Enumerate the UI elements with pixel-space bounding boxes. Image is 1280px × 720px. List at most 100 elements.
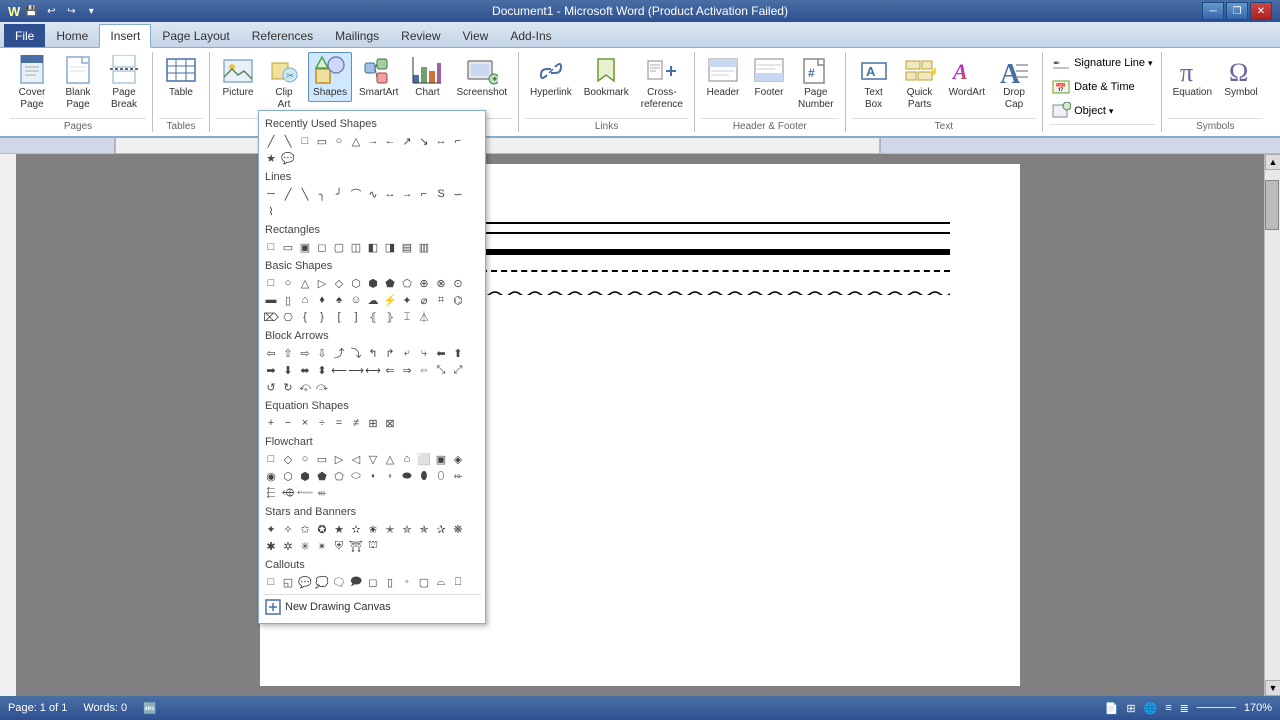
line-curve2[interactable]: ╯ [331, 186, 347, 202]
callout-1[interactable]: □ [263, 574, 279, 590]
basic-13[interactable]: ▬ [263, 292, 279, 308]
star-7[interactable]: ✬ [365, 521, 381, 537]
equation-button[interactable]: π Equation [1168, 52, 1217, 102]
banner-2[interactable]: ⛩ [348, 538, 364, 554]
line-free[interactable]: ⌇ [263, 203, 279, 219]
barrow-20[interactable]: ⇐ [382, 362, 398, 378]
flow-8[interactable]: △ [382, 451, 398, 467]
flow-17[interactable]: ⬠ [331, 468, 347, 484]
basic-18[interactable]: ☺ [348, 292, 364, 308]
basic-28[interactable]: } [314, 309, 330, 325]
star-4[interactable]: ✪ [314, 521, 330, 537]
line-curve3[interactable]: S [433, 186, 449, 202]
rect-9[interactable]: ▤ [399, 239, 415, 255]
minimize-button[interactable]: ─ [1202, 2, 1224, 20]
basic-3[interactable]: △ [297, 275, 313, 291]
basic-16[interactable]: ♦ [314, 292, 330, 308]
eq-6[interactable]: ≠ [348, 415, 364, 431]
barrow-25[interactable]: ↺ [263, 379, 279, 395]
flow-14[interactable]: ⬡ [280, 468, 296, 484]
basic-5[interactable]: ◇ [331, 275, 347, 291]
cross-reference-button[interactable]: Cross-reference [636, 52, 688, 114]
banner-1[interactable]: ⛨ [331, 538, 347, 554]
barrow-11[interactable]: ⬅ [433, 345, 449, 361]
flow-3[interactable]: ○ [297, 451, 313, 467]
eq-4[interactable]: ÷ [314, 415, 330, 431]
flow-28[interactable]: ⬴ [314, 485, 330, 501]
barrow-6[interactable]: ⤵ [348, 345, 364, 361]
rect-10[interactable]: ▥ [416, 239, 432, 255]
shape-rounded-rect[interactable]: ▭ [314, 133, 330, 149]
star-1[interactable]: ✦ [263, 521, 279, 537]
barrow-12[interactable]: ⬆ [450, 345, 466, 361]
tab-add-ins[interactable]: Add-Ins [499, 24, 562, 47]
rect-6[interactable]: ◫ [348, 239, 364, 255]
star-6[interactable]: ✫ [348, 521, 364, 537]
barrow-1[interactable]: ⇦ [263, 345, 279, 361]
text-box-button[interactable]: A TextBox [852, 52, 896, 114]
basic-6[interactable]: ⬡ [348, 275, 364, 291]
flow-19[interactable]: ⬪ [365, 468, 381, 484]
flow-25[interactable]: ⬱ [263, 485, 279, 501]
customize-qa-button[interactable]: ▾ [82, 2, 100, 20]
basic-33[interactable]: ⌶ [399, 309, 415, 325]
callout-5[interactable]: 🗨 [331, 574, 347, 590]
flow-2[interactable]: ◇ [280, 451, 296, 467]
star-5[interactable]: ★ [331, 521, 347, 537]
barrow-17[interactable]: ⟵ [331, 362, 347, 378]
symbol-button[interactable]: Ω Symbol [1219, 52, 1263, 102]
barrow-10[interactable]: ⤷ [416, 345, 432, 361]
barrow-21[interactable]: ⇒ [399, 362, 415, 378]
basic-24[interactable]: ⌬ [450, 292, 466, 308]
basic-23[interactable]: ⌗ [433, 292, 449, 308]
view-fullscreen-icon[interactable]: ⊞ [1126, 702, 1135, 715]
star-3[interactable]: ✩ [297, 521, 313, 537]
eq-2[interactable]: − [280, 415, 296, 431]
shape-star[interactable]: ★ [263, 150, 279, 166]
header-button[interactable]: Header [701, 52, 745, 102]
barrow-26[interactable]: ↻ [280, 379, 296, 395]
barrow-18[interactable]: ⟶ [348, 362, 364, 378]
object-label[interactable]: Object [1074, 105, 1106, 117]
star-16[interactable]: ✴ [314, 538, 330, 554]
basic-19[interactable]: ☁ [365, 292, 381, 308]
basic-30[interactable]: ] [348, 309, 364, 325]
flow-13[interactable]: ◉ [263, 468, 279, 484]
flow-22[interactable]: ⬮ [416, 468, 432, 484]
basic-4[interactable]: ▷ [314, 275, 330, 291]
rect-4[interactable]: ◻ [314, 239, 330, 255]
chart-button[interactable]: Chart [405, 52, 449, 102]
barrow-16[interactable]: ⬍ [314, 362, 330, 378]
vertical-scrollbar[interactable]: ▲ ▼ [1264, 154, 1280, 696]
flow-9[interactable]: ⌂ [399, 451, 415, 467]
scroll-thumb[interactable] [1265, 180, 1279, 230]
footer-button[interactable]: Footer [747, 52, 791, 102]
tab-page-layout[interactable]: Page Layout [151, 24, 240, 47]
shape-rect[interactable]: □ [297, 133, 313, 149]
table-button[interactable]: Table [159, 52, 203, 102]
callout-10[interactable]: ▢ [416, 574, 432, 590]
line-scribble[interactable]: ∽ [450, 186, 466, 202]
tab-mailings[interactable]: Mailings [324, 24, 390, 47]
object-dropdown-icon[interactable]: ▾ [1109, 106, 1114, 117]
rect-7[interactable]: ◧ [365, 239, 381, 255]
barrow-4[interactable]: ⇩ [314, 345, 330, 361]
flow-11[interactable]: ▣ [433, 451, 449, 467]
star-14[interactable]: ✲ [280, 538, 296, 554]
scroll-down-button[interactable]: ▼ [1265, 680, 1280, 696]
star-13[interactable]: ✱ [263, 538, 279, 554]
star-2[interactable]: ✧ [280, 521, 296, 537]
signature-dropdown-icon[interactable]: ▾ [1148, 58, 1153, 69]
basic-29[interactable]: [ [331, 309, 347, 325]
shape-triangle[interactable]: △ [348, 133, 364, 149]
flow-10[interactable]: ⬜ [416, 451, 432, 467]
callout-6[interactable]: 🗩 [348, 574, 364, 590]
date-time-label[interactable]: Date & Time [1074, 81, 1135, 93]
barrow-24[interactable]: ⤢ [450, 362, 466, 378]
flow-16[interactable]: ⬟ [314, 468, 330, 484]
basic-21[interactable]: ✦ [399, 292, 415, 308]
word-art-button[interactable]: A WordArt [944, 52, 991, 102]
shape-line2[interactable]: ╲ [280, 133, 296, 149]
tab-references[interactable]: References [241, 24, 324, 47]
barrow-8[interactable]: ↱ [382, 345, 398, 361]
